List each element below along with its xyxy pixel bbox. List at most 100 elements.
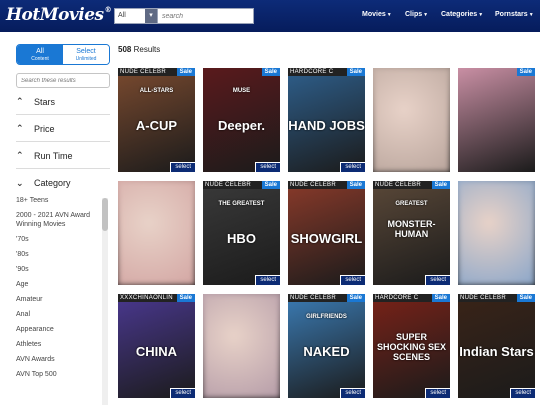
movie-cover-card[interactable]: NUDE CELEBR SHOWGIRL Sale select	[288, 181, 365, 285]
select-badge[interactable]: select	[340, 275, 365, 285]
top-header: HotMovies® All ▾ Movies▼ Clips▼ Categori…	[0, 0, 540, 32]
category-scrollbar[interactable]	[102, 198, 108, 405]
movie-cover-card[interactable]: NUDE CELEBR GIRLFRIENDS NAKED Sale select	[288, 294, 365, 398]
movie-cover-card[interactable]: Sale	[458, 68, 535, 172]
tab-all-sublabel: Content	[31, 56, 49, 62]
category-item[interactable]: AVN Awards	[16, 355, 100, 364]
tab-select-sublabel: Unlimited	[75, 56, 97, 62]
cover-subtitle: ALL-STARS	[139, 88, 174, 94]
cover-subtitle: THE GREATEST	[218, 201, 265, 207]
movie-cover-card[interactable]: NUDE CELEBR Indian Stars Sale select	[458, 294, 535, 398]
facet-stars-label: Stars	[34, 96, 56, 107]
category-list: 18+ Teens 2000 - 2021 AVN Award Winning …	[16, 196, 110, 405]
sale-badge: Sale	[516, 294, 535, 302]
cover-art	[458, 68, 535, 172]
nav-clips[interactable]: Clips▼	[405, 11, 428, 18]
select-badge[interactable]: select	[255, 275, 280, 285]
sale-badge: Sale	[346, 68, 365, 76]
nav-movies[interactable]: Movies▼	[362, 11, 392, 18]
select-badge[interactable]: select	[170, 388, 195, 398]
sale-badge: Sale	[346, 181, 365, 189]
facet-stars[interactable]: ⌃ Stars	[16, 89, 110, 115]
facet-price[interactable]: ⌃ Price	[16, 116, 110, 142]
movie-cover-card[interactable]	[118, 181, 195, 285]
movie-cover-card[interactable]: HARDCORE C HAND JOBS Sale select	[288, 68, 365, 172]
chevron-up-icon: ⌃	[16, 150, 24, 160]
sale-badge: Sale	[516, 68, 535, 76]
category-item[interactable]: Athletes	[16, 340, 100, 349]
category-item[interactable]: AVN Top 500	[16, 370, 100, 379]
caret-down-icon: ▼	[528, 12, 534, 18]
select-badge[interactable]: select	[170, 162, 195, 172]
movie-cover-card[interactable]: MUSE Deeper. Sale select	[203, 68, 280, 172]
results-number: 508	[118, 45, 132, 54]
cover-title: HBO	[227, 231, 256, 246]
nav-movies-label: Movies	[362, 11, 386, 18]
movie-cover-card[interactable]	[203, 294, 280, 398]
cover-title: NAKED	[303, 344, 350, 359]
site-logo[interactable]: HotMovies®	[6, 5, 112, 25]
tab-select-unlimited[interactable]: Select Unlimited	[63, 45, 109, 64]
content-toggle: All Content Select Unlimited	[16, 44, 110, 65]
category-item[interactable]: Amateur	[16, 295, 100, 304]
nav-categories[interactable]: Categories▼	[441, 11, 483, 18]
movie-cover-card[interactable]	[458, 181, 535, 285]
chevron-down-icon: ▾	[145, 9, 157, 23]
category-item[interactable]: 18+ Teens	[16, 196, 100, 205]
sale-badge: Sale	[346, 294, 365, 302]
caret-down-icon: ▼	[386, 12, 392, 18]
movie-cover-card[interactable]: HARDCORE C SUPER SHOCKING SEX SCENES Sale s…	[373, 294, 450, 398]
select-badge[interactable]: select	[340, 162, 365, 172]
facet-category-label: Category	[34, 178, 71, 188]
cover-title: Deeper.	[218, 118, 265, 133]
cover-subtitle: GIRLFRIENDS	[306, 314, 347, 320]
category-item[interactable]: 2000 - 2021 AVN Award Winning Movies	[16, 211, 100, 229]
results-count: 508 Results	[118, 45, 160, 54]
tab-select-label: Select	[76, 48, 96, 55]
movie-cover-card[interactable]: NUDE CELEBR GREATEST MONSTER-HUMAN Sale sele…	[373, 181, 450, 285]
caret-down-icon: ▼	[478, 12, 484, 18]
category-item[interactable]: Appearance	[16, 325, 100, 334]
movie-cover-card[interactable]: NUDE CELEBR THE GREATEST HBO Sale select	[203, 181, 280, 285]
caret-down-icon: ▼	[423, 12, 429, 18]
category-item[interactable]: '90s	[16, 265, 100, 274]
cover-title: MONSTER-HUMAN	[387, 219, 436, 239]
nav-categories-label: Categories	[441, 11, 478, 18]
cover-title: CHINA	[135, 344, 178, 359]
tab-all-content[interactable]: All Content	[17, 45, 63, 64]
select-badge[interactable]: select	[425, 275, 450, 285]
scrollbar-thumb[interactable]	[102, 198, 108, 231]
cover-art	[458, 181, 535, 285]
sale-badge: Sale	[261, 181, 280, 189]
nav-pornstars-label: Pornstars	[495, 11, 528, 18]
movie-cover-card[interactable]	[373, 68, 450, 172]
nav-clips-label: Clips	[405, 11, 423, 18]
cover-subtitle: MUSE	[232, 88, 251, 94]
category-item[interactable]: '80s	[16, 250, 100, 259]
facet-run-time[interactable]: ⌃ Run Time	[16, 143, 110, 169]
movie-cover-card[interactable]: NUDE CELEBR ALL-STARS A-CUP Sale select	[118, 68, 195, 172]
select-badge[interactable]: select	[255, 162, 280, 172]
chevron-down-icon: ⌄	[16, 177, 24, 188]
movie-cover-card[interactable]: XXXCHINAONLIN CHINA Sale select	[118, 294, 195, 398]
cover-title: Indian Stars	[459, 344, 534, 359]
cover-title: SUPER SHOCKING SEX SCENES	[376, 332, 446, 362]
search-scope-select[interactable]: All ▾	[114, 8, 157, 24]
nav-pornstars[interactable]: Pornstars▼	[495, 11, 534, 18]
select-badge[interactable]: select	[510, 388, 535, 398]
search-input[interactable]	[157, 8, 254, 24]
facet-run-time-label: Run Time	[34, 150, 73, 161]
tab-all-label: All	[36, 48, 44, 55]
chevron-up-icon: ⌃	[16, 123, 24, 133]
registered-mark: ®	[104, 5, 112, 14]
cover-art	[118, 181, 195, 285]
search-scope-value: All	[118, 12, 126, 19]
category-item[interactable]: Anal	[16, 310, 100, 319]
category-item[interactable]: Age	[16, 280, 100, 289]
select-badge[interactable]: select	[340, 388, 365, 398]
select-badge[interactable]: select	[425, 388, 450, 398]
sale-badge: Sale	[176, 68, 195, 76]
facet-category[interactable]: ⌄ Category	[16, 170, 110, 196]
filter-results-input[interactable]	[16, 73, 110, 88]
category-item[interactable]: '70s	[16, 235, 100, 244]
